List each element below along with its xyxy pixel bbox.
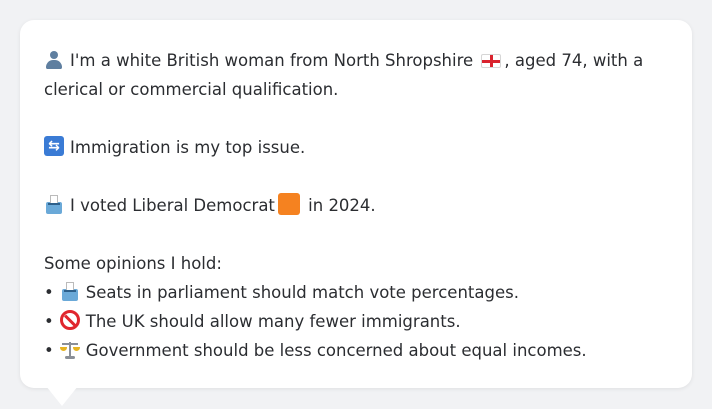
top-issue-text: Immigration is my top issue.	[70, 138, 306, 157]
opinion-text: Government should be less concerned abou…	[85, 341, 587, 360]
opinion-item: • Seats in parliament should match vote p…	[44, 278, 668, 307]
bullet: •	[44, 341, 54, 360]
prohibited-icon	[59, 310, 80, 330]
opinion-item: • The UK should allow many fewer immigran…	[44, 307, 668, 336]
top-issue-line: ⇆ Immigration is my top issue.	[44, 133, 668, 162]
person-icon	[44, 49, 64, 69]
opinions-heading: Some opinions I hold:	[44, 254, 222, 273]
vote-text-b: in 2024.	[302, 196, 376, 215]
orange-square-icon	[277, 193, 300, 215]
vote-text-a: I voted Liberal Democrat	[70, 196, 275, 215]
ballot-box-icon	[60, 281, 80, 301]
immigration-icon: ⇆	[44, 136, 64, 156]
scales-icon	[59, 339, 80, 359]
persona-card: I'm a white British woman from North Shr…	[20, 20, 692, 388]
identity-line: I'm a white British woman from North Shr…	[44, 46, 668, 104]
opinion-text: Seats in parliament should match vote pe…	[85, 283, 519, 302]
england-flag-icon	[481, 54, 502, 68]
bullet: •	[44, 312, 54, 331]
opinion-item: • Government should be less concerned abo…	[44, 336, 668, 365]
bullet: •	[44, 283, 54, 302]
opinion-text: The UK should allow many fewer immigrant…	[85, 312, 461, 331]
ballot-box-icon	[44, 194, 64, 214]
speech-bubble-tail	[46, 386, 78, 406]
vote-line: I voted Liberal Democrat in 2024.	[44, 191, 668, 220]
identity-text-a: I'm a white British woman from North Shr…	[70, 51, 474, 70]
